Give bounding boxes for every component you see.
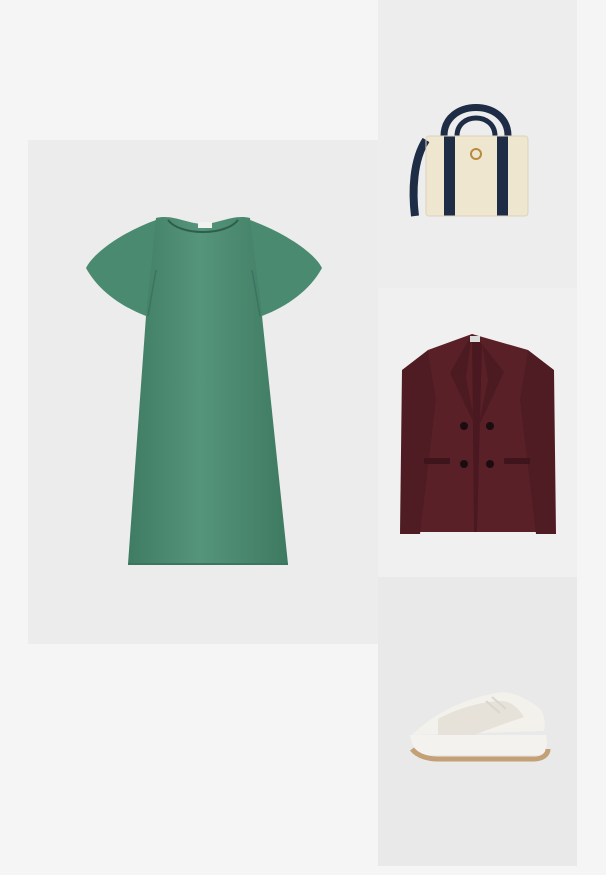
blazer-image bbox=[400, 334, 556, 534]
outfit-board bbox=[0, 0, 606, 875]
tote-bag-image bbox=[409, 104, 529, 217]
product-tile-blazer[interactable] bbox=[378, 288, 577, 577]
dress-image bbox=[86, 217, 322, 565]
sneaker-image bbox=[410, 692, 551, 762]
right-gutter bbox=[577, 0, 606, 875]
product-tile-sneaker[interactable] bbox=[378, 577, 577, 866]
product-tile-dress[interactable] bbox=[28, 140, 378, 644]
product-tile-tote-bag[interactable] bbox=[378, 0, 577, 288]
